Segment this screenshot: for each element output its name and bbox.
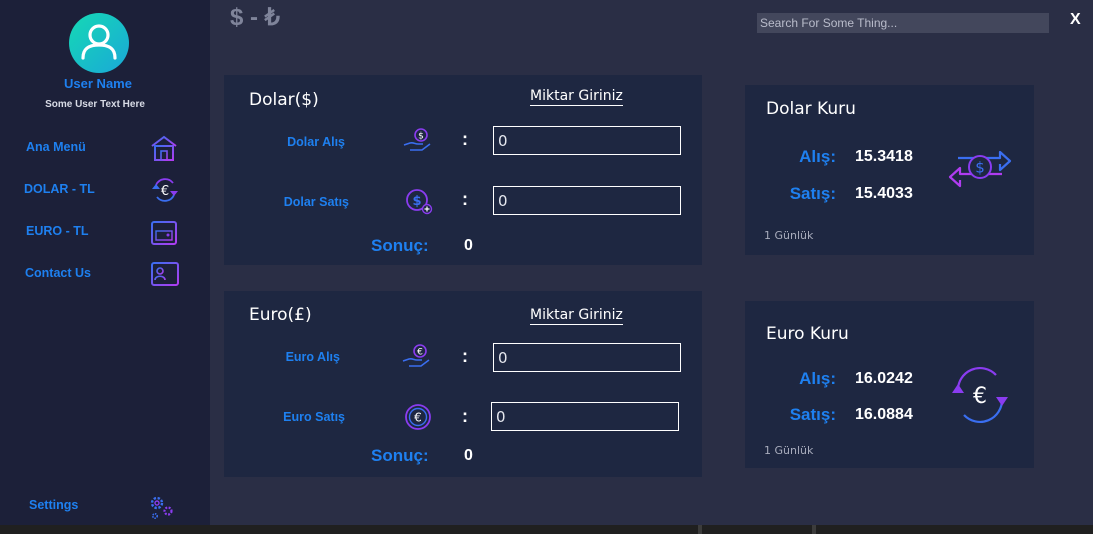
euro-rate-sell-value: 16.0884	[855, 406, 913, 423]
euro-converter-panel: Euro(£) Miktar Giriniz Euro Alış € : Eur…	[224, 291, 702, 477]
dolar-result-label: Sonuç:	[371, 236, 429, 255]
calendar-icon[interactable]	[149, 217, 179, 247]
sidebar: User Name Some User Text Here Ana Menü D…	[0, 0, 210, 534]
dollar-hand-icon: $	[403, 128, 431, 151]
svg-text:€: €	[414, 411, 422, 425]
dolar-result-value: 0	[464, 237, 473, 254]
dolar-rate-card: Dolar Kuru Alış: 15.3418 Satış: 15.4033 …	[745, 85, 1034, 255]
euro-exchange-icon[interactable]: €	[150, 175, 180, 205]
euro-buy-colon: :	[462, 346, 468, 366]
euro-panel-title: Euro(£)	[249, 305, 312, 325]
svg-text:$: $	[412, 194, 421, 209]
user-name: User Name	[64, 76, 132, 91]
dolar-miktar-label: Miktar Giriniz	[530, 88, 623, 106]
dollar-exchange-icon: $	[948, 150, 1012, 188]
euro-buy-label: Euro Alış	[285, 350, 340, 364]
euro-rate-buy-label: Alış:	[799, 369, 836, 388]
euro-sell-colon: :	[462, 406, 468, 426]
nav-item-euro-tl[interactable]: EURO - TL	[26, 224, 89, 238]
dolar-buy-colon: :	[462, 129, 468, 149]
strip-divider	[812, 525, 816, 534]
euro-sell-label: Euro Satış	[283, 410, 345, 424]
nav-item-dolar-tl[interactable]: DOLAR - TL	[24, 182, 95, 196]
euro-rate-buy-value: 16.0242	[855, 370, 913, 387]
euro-coin-icon: €	[405, 404, 431, 430]
strip-divider	[698, 525, 702, 534]
euro-hand-icon: €	[402, 344, 430, 367]
gears-icon[interactable]	[146, 491, 176, 521]
contact-card-icon[interactable]	[150, 259, 180, 289]
user-subtitle: Some User Text Here	[45, 99, 145, 110]
svg-text:€: €	[161, 184, 169, 199]
dollar-coin-plus-icon: $	[406, 189, 433, 215]
svg-text:$: $	[975, 159, 985, 177]
app-window: User Name Some User Text Here Ana Menü D…	[0, 0, 1093, 534]
dolar-rate-buy-label: Alış:	[799, 147, 836, 166]
svg-text:€: €	[417, 348, 423, 358]
dolar-sell-input[interactable]	[493, 186, 681, 215]
dolar-panel-title: Dolar($)	[249, 90, 319, 110]
dolar-buy-label: Dolar Alış	[287, 135, 345, 149]
avatar[interactable]	[69, 13, 129, 73]
dolar-rate-sell-value: 15.4033	[855, 185, 913, 202]
user-icon	[81, 24, 117, 60]
euro-sell-input[interactable]	[491, 402, 679, 431]
search-input[interactable]	[757, 13, 1049, 33]
nav-item-ana-menu[interactable]: Ana Menü	[26, 140, 86, 154]
home-icon[interactable]	[149, 134, 179, 164]
dolar-buy-input[interactable]	[493, 126, 681, 155]
dolar-rate-title: Dolar Kuru	[766, 99, 856, 119]
euro-rate-title: Euro Kuru	[766, 324, 849, 344]
app-title: $ - ₺	[230, 4, 280, 31]
nav-item-contact-us[interactable]: Contact Us	[25, 266, 91, 280]
euro-rate-period: 1 Günlük	[764, 444, 814, 457]
settings-link[interactable]: Settings	[29, 498, 78, 512]
svg-text:$: $	[418, 132, 424, 142]
close-button[interactable]: X	[1070, 11, 1081, 29]
dolar-rate-period: 1 Günlük	[764, 229, 814, 242]
euro-rate-card: Euro Kuru Alış: 16.0242 Satış: 16.0884 1…	[745, 301, 1034, 468]
euro-exchange-icon: €	[952, 367, 1008, 423]
euro-result-label: Sonuç:	[371, 446, 429, 465]
dolar-sell-colon: :	[462, 189, 468, 209]
euro-rate-sell-label: Satış:	[789, 405, 836, 424]
dolar-converter-panel: Dolar($) Miktar Giriniz Dolar Alış $ : D…	[224, 75, 702, 265]
euro-result-value: 0	[464, 447, 473, 464]
dolar-rate-sell-label: Satış:	[789, 184, 836, 203]
dolar-rate-buy-value: 15.3418	[855, 148, 913, 165]
dolar-sell-label: Dolar Satış	[283, 195, 349, 209]
euro-miktar-label: Miktar Giriniz	[530, 307, 623, 325]
bottom-strip	[0, 525, 1093, 534]
svg-text:€: €	[973, 384, 987, 409]
euro-buy-input[interactable]	[493, 343, 681, 372]
